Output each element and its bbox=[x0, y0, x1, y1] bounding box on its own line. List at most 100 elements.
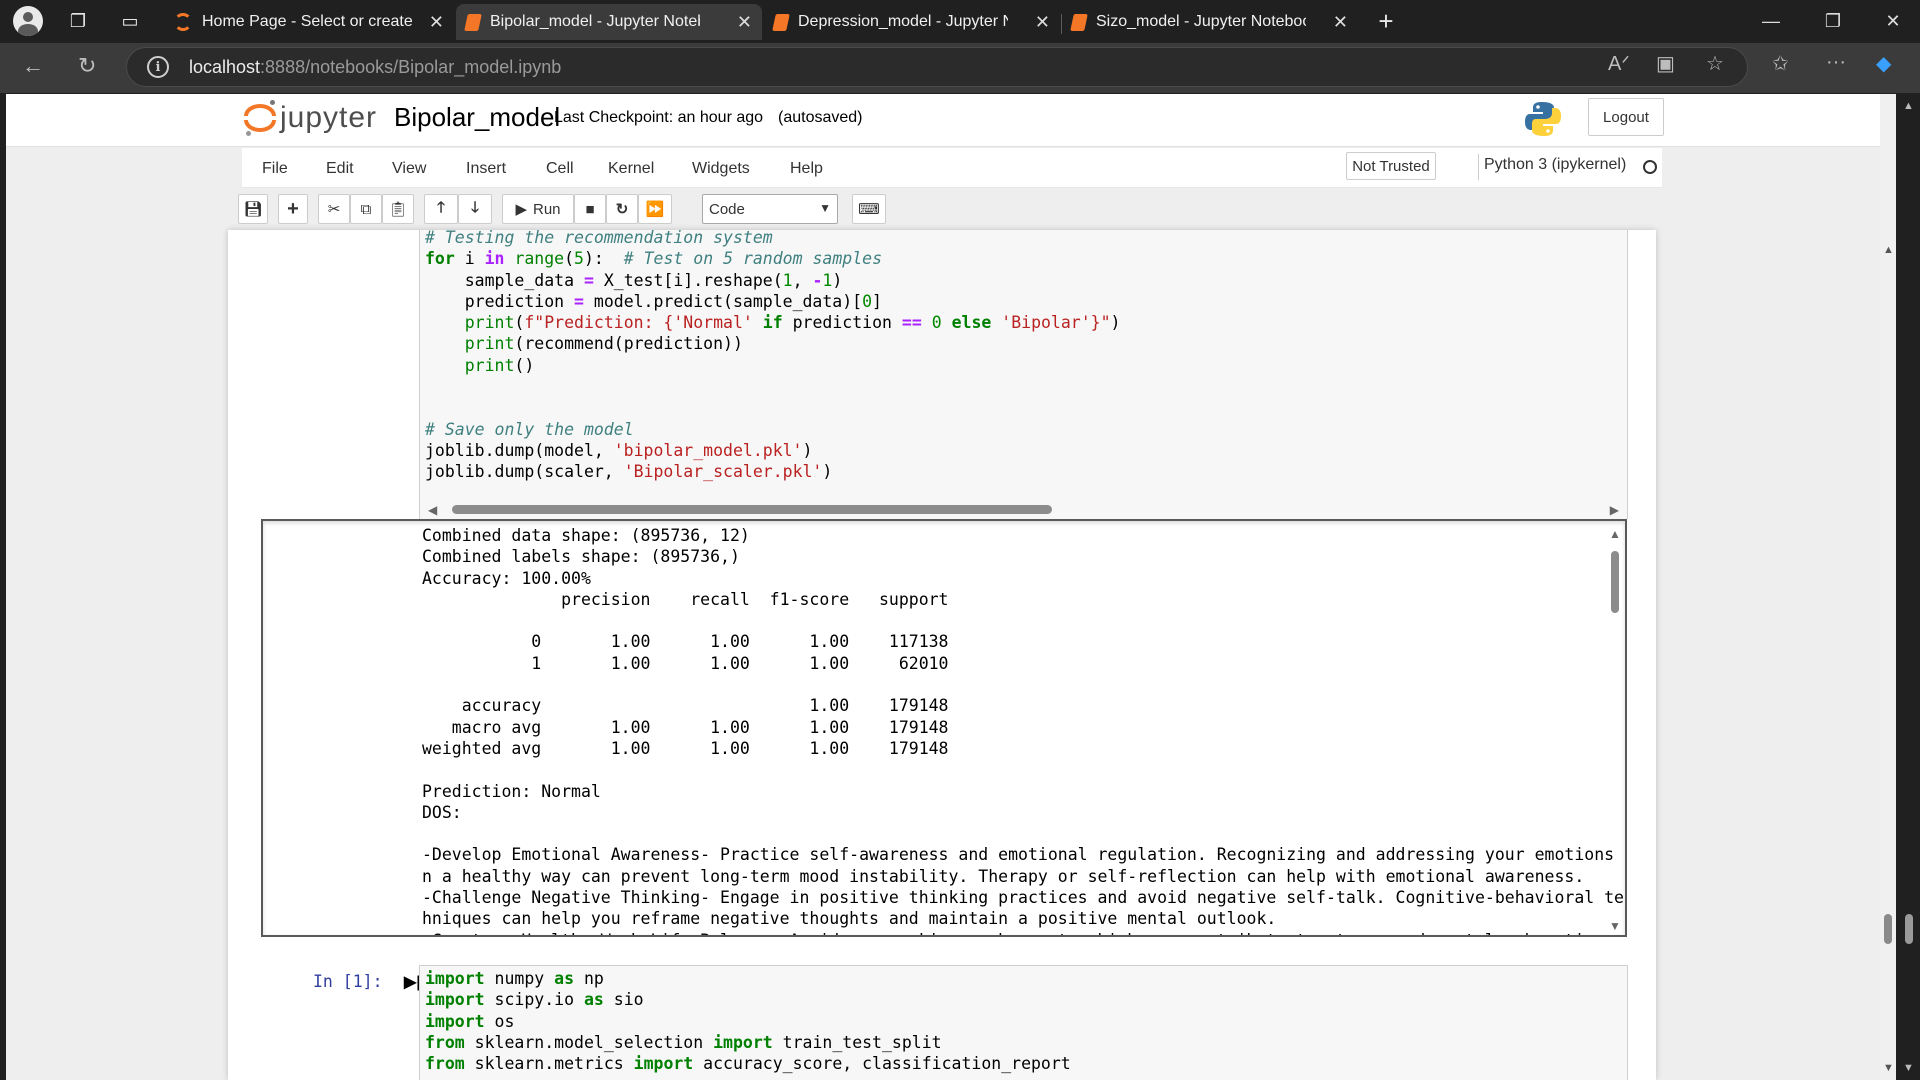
restart-icon[interactable]: ↻ bbox=[606, 194, 638, 224]
save-icon[interactable]: 💾︎ bbox=[238, 194, 268, 224]
close-tab-icon[interactable]: ✕ bbox=[1333, 12, 1348, 33]
output-line: n a healthy way can prevent long-term mo… bbox=[422, 866, 1585, 886]
jupyter-logo[interactable]: jupyter bbox=[244, 100, 377, 136]
logout-button[interactable]: Logout bbox=[1588, 98, 1664, 136]
menu-cell[interactable]: Cell bbox=[546, 160, 574, 178]
close-window-icon[interactable]: ✕ bbox=[1868, 6, 1918, 36]
copy-icon[interactable]: ⧉ bbox=[350, 194, 382, 224]
scroll-down-icon[interactable]: ▼ bbox=[1883, 1062, 1894, 1074]
scroll-up-icon[interactable]: ▲ bbox=[1883, 244, 1894, 256]
restart-run-all-icon[interactable]: ⏩ bbox=[638, 194, 672, 224]
notebook-favicon-icon bbox=[772, 13, 790, 31]
browser-scrollbar[interactable]: ▲ ▼ bbox=[1898, 94, 1920, 1080]
more-icon[interactable]: ··· bbox=[1826, 51, 1846, 74]
page-content: jupyter Bipolar_model Last Checkpoint: a… bbox=[6, 94, 1896, 1080]
output-line: Accuracy: 100.00% bbox=[422, 568, 591, 588]
run-button[interactable]: ▶ Run bbox=[502, 194, 574, 224]
code-cell-previous[interactable]: # Testing the recommendation system for … bbox=[419, 230, 1628, 519]
interrupt-icon[interactable]: ■ bbox=[574, 194, 606, 224]
new-tab-icon[interactable]: + bbox=[1368, 5, 1404, 37]
move-up-icon[interactable]: 🡑 bbox=[424, 194, 458, 224]
workspaces-icon[interactable]: ❐ bbox=[60, 5, 96, 37]
favorites-icon[interactable]: ✩ bbox=[1772, 51, 1789, 76]
scroll-up-icon[interactable]: ▲ bbox=[1609, 527, 1621, 541]
menu-help[interactable]: Help bbox=[790, 160, 823, 178]
menu-bar: File Edit View Insert Cell Kernel Widget… bbox=[242, 148, 1662, 188]
keyboard-shortcuts-icon[interactable]: ⌨ bbox=[852, 194, 886, 224]
output-scrollbar[interactable]: ▲ ▼ bbox=[1607, 525, 1623, 935]
cell-output: Combined data shape: (895736, 12) Combine… bbox=[261, 519, 1627, 937]
immersive-reader-icon[interactable]: ▣ bbox=[1656, 51, 1675, 76]
menu-edit[interactable]: Edit bbox=[326, 160, 354, 178]
scroll-right-icon[interactable]: ▶ bbox=[1610, 503, 1619, 517]
output-line: 0 1.00 1.00 1.00 117138 bbox=[422, 632, 949, 652]
scroll-left-icon[interactable]: ◀ bbox=[428, 503, 437, 517]
chevron-down-icon: ▼ bbox=[819, 201, 831, 215]
output-line: accuracy 1.00 179148 bbox=[422, 696, 949, 716]
not-trusted-indicator[interactable]: Not Trusted bbox=[1346, 152, 1436, 180]
tab-bipolar-model[interactable]: Bipolar_model - Jupyter Notebook ✕ bbox=[456, 4, 762, 40]
menu-widgets[interactable]: Widgets bbox=[692, 160, 750, 178]
output-line: -Develop Emotional Awareness- Practice s… bbox=[422, 845, 1627, 865]
restore-icon[interactable]: ❐ bbox=[1808, 6, 1858, 36]
address-bar[interactable]: i localhost:8888/notebooks/Bipolar_model… bbox=[126, 47, 1748, 87]
menu-file[interactable]: File bbox=[262, 160, 288, 178]
code-cell-current[interactable]: import numpy as np import scipy.io as si… bbox=[419, 965, 1628, 1080]
code-editor[interactable]: # Testing the recommendation system for … bbox=[425, 230, 1120, 483]
paste-icon[interactable]: 📋︎ bbox=[382, 194, 414, 224]
url-text: localhost:8888/notebooks/Bipolar_model.i… bbox=[189, 56, 562, 77]
scrollbar-thumb[interactable] bbox=[1905, 914, 1913, 944]
back-icon[interactable]: ← bbox=[22, 53, 44, 79]
jupyter-logo-icon bbox=[244, 100, 276, 136]
output-line: weighted avg 1.00 1.00 1.00 179148 bbox=[422, 738, 949, 758]
close-tab-icon[interactable]: ✕ bbox=[429, 12, 444, 33]
close-tab-icon[interactable]: ✕ bbox=[737, 12, 752, 33]
scrollbar-thumb[interactable] bbox=[452, 505, 1052, 514]
tab-title: Sizo_model - Jupyter Notebook bbox=[1096, 13, 1306, 30]
favorite-star-icon[interactable]: ☆ bbox=[1706, 51, 1724, 76]
cut-icon[interactable]: ✂ bbox=[318, 194, 350, 224]
kernel-name[interactable]: Python 3 (ipykernel) bbox=[1484, 156, 1626, 174]
page-scrollbar[interactable]: ▲ ▼ bbox=[1880, 94, 1896, 1080]
output-line: macro avg 1.00 1.00 1.00 179148 bbox=[422, 717, 949, 737]
profile-icon[interactable] bbox=[10, 5, 46, 37]
output-line: -Create a Healthy Work-Life Balance- Avo… bbox=[422, 930, 1625, 935]
tab-sizo-model[interactable]: Sizo_model - Jupyter Notebook ✕ bbox=[1062, 4, 1358, 40]
minimize-icon[interactable]: — bbox=[1746, 6, 1796, 36]
output-line: DOS: bbox=[422, 802, 462, 822]
tab-actions-icon[interactable]: ▭ bbox=[112, 5, 148, 37]
copilot-icon[interactable]: ◆ bbox=[1876, 51, 1891, 76]
scroll-down-icon[interactable]: ▼ bbox=[1903, 1062, 1914, 1074]
scroll-down-icon[interactable]: ▼ bbox=[1609, 919, 1621, 933]
menu-kernel[interactable]: Kernel bbox=[608, 160, 654, 178]
output-line: hniques can help you reframe negative th… bbox=[422, 909, 1277, 929]
menu-insert[interactable]: Insert bbox=[466, 160, 506, 178]
tab-depression-model[interactable]: Depression_model - Jupyter Notebook ✕ bbox=[764, 4, 1060, 40]
notebook-container: # Testing the recommendation system for … bbox=[228, 230, 1656, 1080]
browser-tab-strip: ❐ ▭ Home Page - Select or create a noteb… bbox=[0, 0, 1920, 43]
scroll-up-icon[interactable]: ▲ bbox=[1903, 100, 1914, 112]
output-line: precision recall f1-score support bbox=[422, 589, 949, 609]
notebook-title[interactable]: Bipolar_model bbox=[394, 102, 560, 133]
scrollbar-thumb[interactable] bbox=[1611, 551, 1619, 613]
scrollbar-thumb[interactable] bbox=[1884, 914, 1892, 944]
jupyter-favicon-icon bbox=[174, 13, 192, 31]
tab-title: Bipolar_model - Jupyter Notebook bbox=[490, 13, 700, 30]
notebook-header: jupyter Bipolar_model Last Checkpoint: a… bbox=[6, 94, 1896, 147]
horizontal-scrollbar[interactable]: ◀ ▶ bbox=[419, 499, 1628, 519]
code-editor[interactable]: import numpy as np import scipy.io as si… bbox=[425, 968, 1071, 1074]
menu-view[interactable]: View bbox=[392, 160, 426, 178]
site-info-icon[interactable]: i bbox=[147, 56, 169, 78]
tab-home[interactable]: Home Page - Select or create a notebook … bbox=[164, 4, 454, 40]
kernel-status-icon bbox=[1643, 160, 1657, 174]
insert-cell-icon[interactable]: + bbox=[278, 194, 308, 224]
cell-type-select[interactable]: Code ▼ bbox=[702, 194, 838, 224]
refresh-icon[interactable]: ↻ bbox=[78, 53, 96, 79]
output-line: Combined data shape: (895736, 12) bbox=[422, 526, 750, 545]
read-aloud-icon[interactable]: Aᐟ bbox=[1608, 51, 1630, 76]
close-tab-icon[interactable]: ✕ bbox=[1035, 12, 1050, 33]
move-down-icon[interactable]: 🡓 bbox=[458, 194, 492, 224]
